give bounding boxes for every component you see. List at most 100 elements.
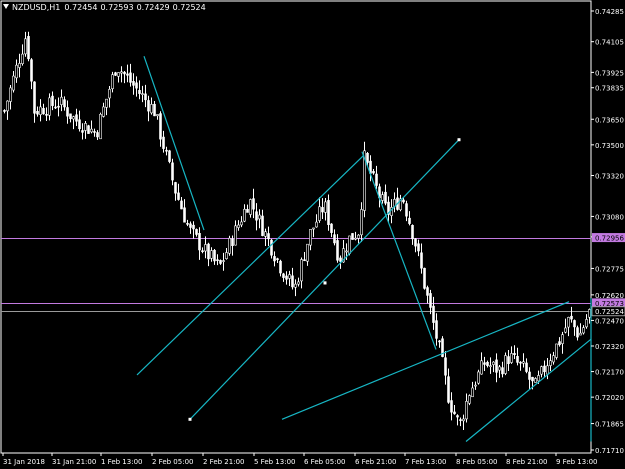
candle-body bbox=[213, 249, 216, 262]
candle bbox=[123, 70, 126, 84]
candle-body bbox=[282, 273, 285, 278]
candle-body bbox=[318, 206, 321, 221]
candle-body bbox=[366, 152, 369, 163]
price-tick-label: 0.73925 bbox=[595, 69, 624, 77]
candle-body bbox=[171, 162, 174, 181]
trendline-handle[interactable] bbox=[323, 281, 327, 285]
candle-body bbox=[384, 191, 387, 204]
candle-body bbox=[255, 211, 258, 221]
candle bbox=[495, 353, 498, 383]
candle bbox=[483, 356, 486, 371]
trendline-decline-ray-1[interactable] bbox=[143, 55, 205, 231]
candle-body bbox=[588, 309, 591, 318]
candle-body bbox=[417, 243, 420, 252]
candle bbox=[114, 71, 117, 77]
candle-body bbox=[360, 209, 363, 236]
candle bbox=[573, 319, 576, 336]
candle bbox=[171, 158, 174, 186]
time-tick-label: 31 Jan 21:00 bbox=[52, 458, 96, 466]
candle bbox=[192, 221, 195, 239]
candle-body bbox=[150, 104, 153, 114]
candle-body bbox=[423, 267, 426, 289]
candle-body bbox=[402, 199, 405, 203]
trendline-wedge-lower[interactable] bbox=[465, 338, 592, 442]
candle bbox=[156, 114, 159, 120]
candle-body bbox=[243, 208, 246, 222]
candle-body bbox=[450, 400, 453, 413]
candle-body bbox=[237, 224, 240, 228]
candle bbox=[567, 316, 570, 337]
candle-body bbox=[105, 98, 108, 108]
candle bbox=[306, 243, 309, 266]
candle-body bbox=[339, 257, 342, 262]
plot-frame bbox=[0, 0, 592, 454]
candle bbox=[159, 111, 162, 147]
candle-body bbox=[36, 110, 39, 115]
price-chart[interactable]: 0.74285 0.74105 0.73925 0.73835 0.73650 0.735… bbox=[0, 0, 625, 469]
candle-body bbox=[279, 260, 282, 274]
candle bbox=[177, 183, 180, 201]
candle bbox=[99, 112, 102, 140]
candle bbox=[198, 227, 201, 260]
candle bbox=[45, 107, 48, 121]
candle-body bbox=[513, 353, 516, 356]
candle bbox=[267, 226, 270, 247]
candle bbox=[249, 198, 252, 218]
candle bbox=[543, 360, 546, 377]
level-price-label: 0.72524 bbox=[595, 308, 624, 316]
candle bbox=[147, 95, 150, 122]
candle-body bbox=[564, 327, 567, 333]
price-tick-label: 0.74285 bbox=[595, 8, 624, 16]
candle bbox=[474, 381, 477, 390]
candle bbox=[438, 339, 441, 348]
candle bbox=[255, 203, 258, 231]
candle bbox=[120, 66, 123, 83]
candle-body bbox=[315, 221, 318, 228]
candle-body bbox=[3, 110, 6, 112]
candle-body bbox=[180, 200, 183, 210]
candle bbox=[576, 325, 579, 341]
candle bbox=[195, 228, 198, 237]
candle bbox=[48, 93, 51, 121]
candle bbox=[75, 108, 78, 127]
candle bbox=[27, 31, 30, 62]
trendline-decline-ray-2[interactable] bbox=[361, 151, 437, 350]
candle-body bbox=[444, 357, 447, 376]
candle-body bbox=[447, 376, 450, 403]
price-tick-label: 0.72775 bbox=[595, 265, 624, 273]
candle bbox=[72, 115, 75, 130]
candle bbox=[273, 251, 276, 267]
candle-body bbox=[357, 234, 360, 239]
candle-body bbox=[375, 173, 378, 186]
candle bbox=[36, 106, 39, 117]
candle bbox=[513, 345, 516, 359]
candle-body bbox=[540, 366, 543, 375]
trendline-channel-lower[interactable] bbox=[189, 139, 460, 420]
price-tick-label: 0.71865 bbox=[595, 421, 624, 429]
trendline-handle[interactable] bbox=[457, 138, 461, 142]
candle-body bbox=[141, 93, 144, 95]
trendline-wedge-upper[interactable] bbox=[281, 301, 570, 420]
candle bbox=[60, 89, 63, 112]
candle-body bbox=[405, 203, 408, 217]
candle-body bbox=[372, 171, 375, 174]
candle bbox=[15, 59, 18, 83]
candle bbox=[186, 219, 189, 227]
candle bbox=[360, 202, 363, 242]
candle bbox=[21, 44, 24, 66]
candle-body bbox=[267, 233, 270, 240]
trendline-handle[interactable] bbox=[188, 417, 192, 421]
candle bbox=[201, 247, 204, 254]
candle bbox=[477, 369, 480, 385]
trendline-channel-upper[interactable] bbox=[136, 154, 365, 376]
candle-body bbox=[552, 355, 555, 363]
candle bbox=[333, 229, 336, 246]
candle bbox=[582, 325, 585, 335]
candle bbox=[57, 97, 60, 117]
candle bbox=[132, 73, 135, 95]
candle-body bbox=[432, 305, 435, 323]
candle bbox=[522, 353, 525, 368]
candle bbox=[519, 361, 522, 371]
candle-body bbox=[123, 71, 126, 75]
candle-body bbox=[330, 223, 333, 233]
